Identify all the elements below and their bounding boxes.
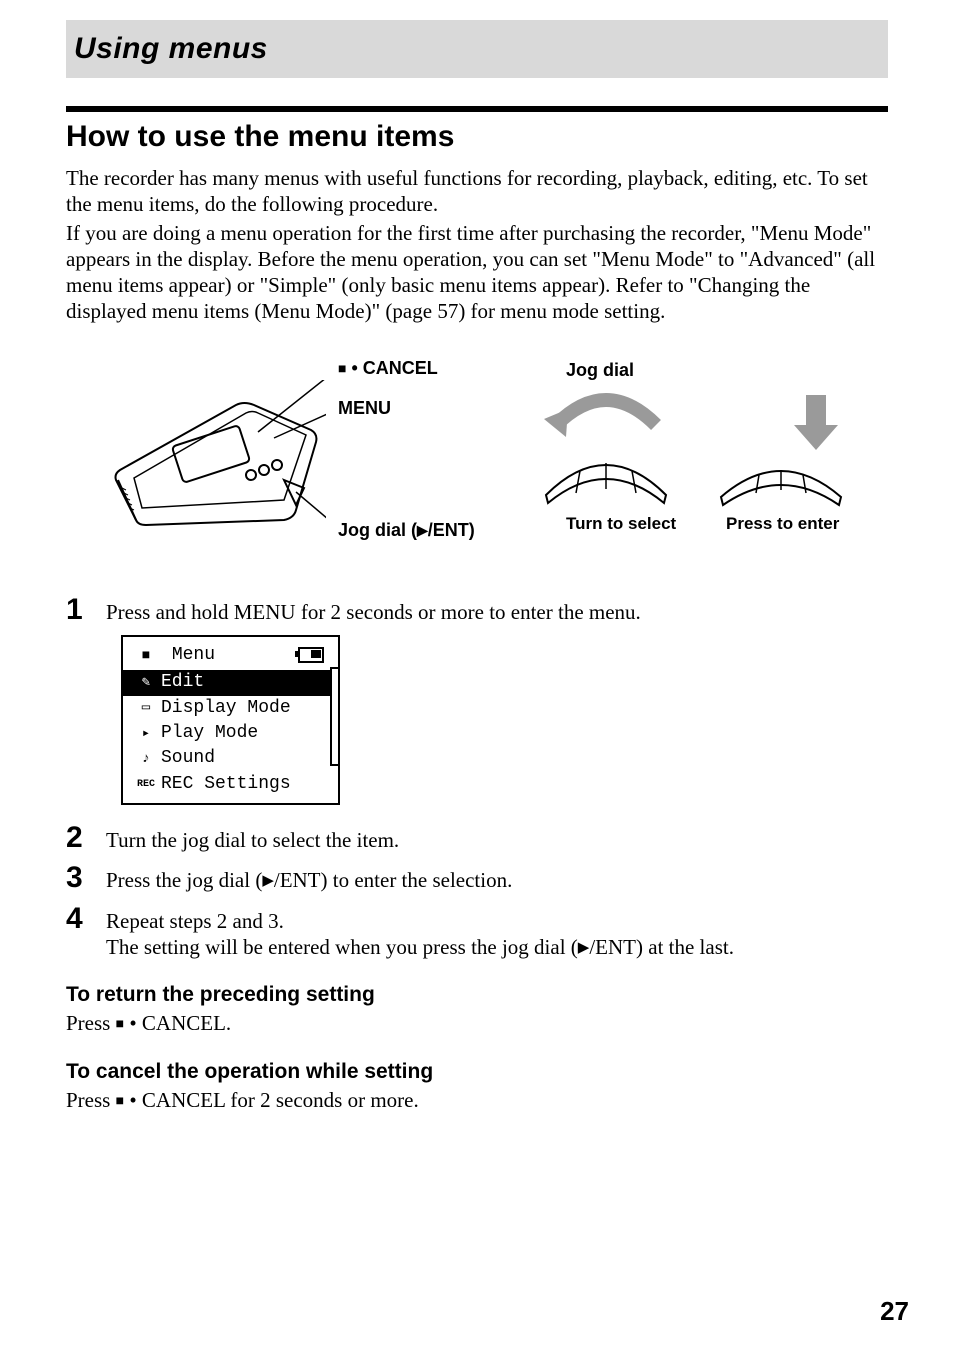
turn-dial-illustration <box>516 385 696 515</box>
step-4: 4 Repeat steps 2 and 3. The setting will… <box>66 904 888 961</box>
rec-icon: REC <box>137 778 155 791</box>
edit-icon: ✎ <box>137 674 155 692</box>
chapter-title: Using menus <box>74 32 268 65</box>
step-3-text: Press the jog dial (▶/ENT) to enter the … <box>106 867 888 893</box>
step-4-text-line-1: Repeat steps 2 and 3. <box>106 908 888 934</box>
return-setting-heading: To return the preceding setting <box>66 982 888 1008</box>
recorder-device-illustration <box>106 380 326 545</box>
intro-paragraph-2: If you are doing a menu operation for th… <box>66 220 888 325</box>
page-number: 27 <box>880 1295 909 1328</box>
manual-page: Using menus How to use the menu items Th… <box>0 0 954 1357</box>
play-icon: ▶ <box>417 522 428 538</box>
steps-list: 1 Press and hold MENU for 2 seconds or m… <box>66 595 888 961</box>
playmode-icon: ▸ <box>137 725 155 743</box>
press-dial-illustration <box>706 385 856 515</box>
jogdial-label-prefix: Jog dial ( <box>338 520 417 540</box>
press-to-enter-label: Press to enter <box>726 513 839 534</box>
cancel-label-bullet: • <box>351 358 362 378</box>
step-number: 2 <box>66 823 106 853</box>
lcd-menu-screenshot: ■ Menu ✎ Edit ▭ Display Mode ▸ Play Mode… <box>121 635 340 805</box>
chapter-bar: Using menus <box>66 20 888 78</box>
lcd-item-rec-settings: REC REC Settings <box>123 772 338 797</box>
step-2-text: Turn the jog dial to select the item. <box>106 827 888 853</box>
lcd-item-display-mode: ▭ Display Mode <box>123 696 338 721</box>
button-diagram: ■ • CANCEL MENU Jog dial (▶/ENT) Jog dia… <box>66 355 888 555</box>
jog-dial-heading: Jog dial <box>566 359 634 382</box>
lcd-item-label: Sound <box>161 747 215 770</box>
step-number: 1 <box>66 595 106 625</box>
cancel-label-text: CANCEL <box>363 358 438 378</box>
lcd-item-label: Edit <box>161 671 204 694</box>
jog-dial-ent-label: Jog dial (▶/ENT) <box>338 519 475 542</box>
return-setting-body: Press ■ • CANCEL. <box>66 1010 888 1036</box>
turn-to-select-label: Turn to select <box>566 513 676 534</box>
lcd-item-label: Display Mode <box>161 697 291 720</box>
step-3: 3 Press the jog dial (▶/ENT) to enter th… <box>66 863 888 893</box>
play-icon: ▶ <box>578 940 590 956</box>
stop-square-icon: ■ <box>137 647 155 665</box>
lcd-item-edit: ✎ Edit <box>123 670 338 695</box>
step-number: 3 <box>66 863 106 893</box>
step-number: 4 <box>66 904 106 934</box>
intro-paragraph-1: The recorder has many menus with useful … <box>66 165 888 218</box>
lcd-title: Menu <box>172 645 215 665</box>
lcd-item-sound: ♪ Sound <box>123 746 338 771</box>
stop-icon: ■ <box>116 1094 124 1109</box>
stop-icon: ■ <box>338 360 346 376</box>
step-1: 1 Press and hold MENU for 2 seconds or m… <box>66 595 888 625</box>
cancel-operation-heading: To cancel the operation while setting <box>66 1059 888 1085</box>
step-2: 2 Turn the jog dial to select the item. <box>66 823 888 853</box>
scroll-slot-icon <box>330 667 340 766</box>
lcd-item-play-mode: ▸ Play Mode <box>123 721 338 746</box>
menu-button-label: MENU <box>338 397 391 420</box>
battery-icon <box>298 647 324 663</box>
section-rule <box>66 106 888 112</box>
display-icon: ▭ <box>137 699 155 717</box>
cancel-button-label: ■ • CANCEL <box>338 357 438 380</box>
section-title: How to use the menu items <box>66 118 888 156</box>
cancel-operation-body: Press ■ • CANCEL for 2 seconds or more. <box>66 1087 888 1113</box>
lcd-item-label: Play Mode <box>161 722 258 745</box>
step-4-text-line-2: The setting will be entered when you pre… <box>106 934 888 960</box>
play-icon: ▶ <box>262 873 274 889</box>
jogdial-label-suffix: /ENT) <box>428 520 475 540</box>
step-1-text: Press and hold MENU for 2 seconds or mor… <box>106 599 888 625</box>
sound-icon: ♪ <box>137 750 155 768</box>
stop-icon: ■ <box>116 1017 124 1032</box>
lcd-item-label: REC Settings <box>161 773 291 796</box>
